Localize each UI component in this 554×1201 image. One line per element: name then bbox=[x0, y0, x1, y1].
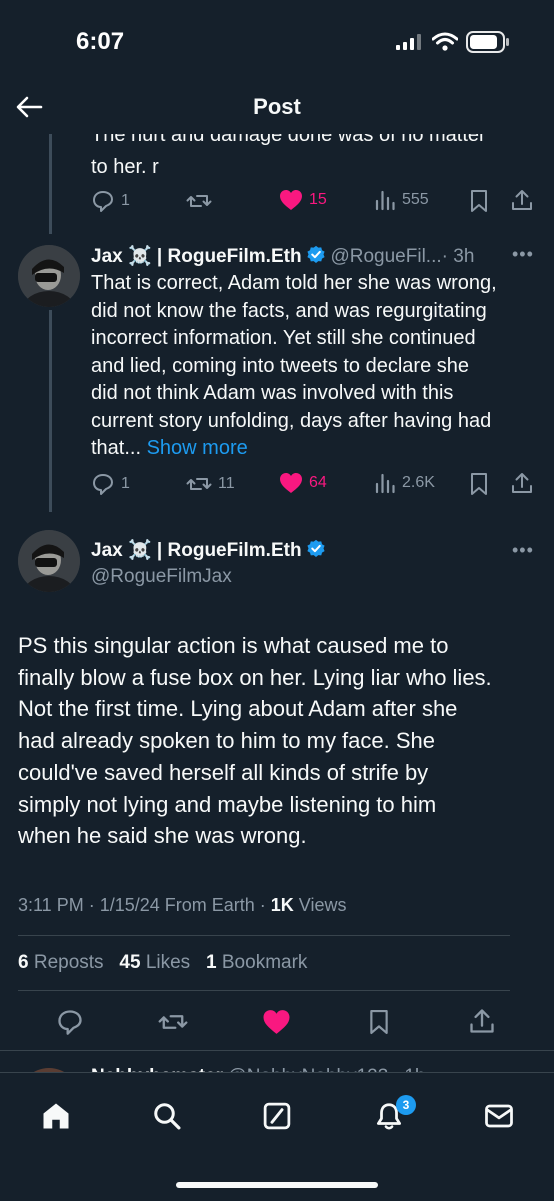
battery-icon bbox=[466, 31, 509, 53]
home-indicator bbox=[176, 1182, 378, 1188]
repost-icon bbox=[186, 478, 212, 490]
views-button[interactable]: 555 bbox=[374, 189, 429, 211]
more-options-icon[interactable]: ••• bbox=[512, 540, 534, 561]
tweet-text-line: That is correct, Adam told her she was w… bbox=[91, 272, 497, 294]
messages-envelope-icon[interactable] bbox=[484, 1102, 514, 1130]
divider bbox=[18, 990, 510, 991]
bookmark-icon[interactable] bbox=[468, 472, 490, 496]
avatar[interactable] bbox=[18, 530, 80, 592]
avatar-photo-icon bbox=[18, 245, 80, 307]
handle: @RogueFil... bbox=[330, 246, 442, 267]
tweet-text-line: that... bbox=[91, 437, 142, 459]
tweet-meta: 3:11 PM · 1/15/24 From Earth · 1K Views bbox=[18, 895, 346, 916]
tweet-2-actions: 1 11 64 2.6K bbox=[0, 468, 554, 500]
tweet-text-line: simply not lying and maybe listening to … bbox=[18, 791, 437, 817]
main-tweet-header: Jax ☠️ | RogueFilm.Eth bbox=[91, 538, 326, 562]
reply-count: 1 bbox=[121, 192, 130, 209]
tweet-2-body: That is correct, Adam told her she was w… bbox=[91, 270, 541, 463]
divider bbox=[18, 935, 510, 936]
bookmarks-count: 1 bbox=[206, 952, 217, 973]
reply-icon bbox=[93, 474, 113, 495]
search-icon[interactable] bbox=[152, 1101, 182, 1131]
heart-filled-icon[interactable] bbox=[262, 1009, 291, 1035]
timestamp: · 3h bbox=[441, 246, 475, 267]
show-more-link[interactable]: Show more bbox=[147, 437, 248, 459]
notifications-badge: 3 bbox=[396, 1095, 416, 1115]
verified-badge-icon bbox=[307, 539, 325, 557]
likes-label: Likes bbox=[140, 952, 191, 973]
reposts-stat[interactable]: 6 Reposts bbox=[18, 952, 104, 973]
handle: @RogueFilmJax bbox=[91, 566, 232, 587]
tweet-text-line: could've saved herself all kinds of stri… bbox=[18, 759, 429, 785]
share-icon[interactable] bbox=[510, 188, 534, 212]
wifi-icon bbox=[432, 32, 458, 51]
reply-button[interactable]: 1 bbox=[91, 472, 130, 496]
likes-count: 45 bbox=[119, 952, 141, 973]
tweet-1-actions: 1 15 555 bbox=[0, 185, 554, 217]
tweet-text-line: incorrect information. Yet still she con… bbox=[91, 327, 476, 349]
more-options-icon[interactable]: ••• bbox=[512, 244, 534, 265]
repost-button[interactable]: 11 bbox=[186, 472, 235, 496]
tweet-text-partial: The hurt and damage done was of no matte… bbox=[91, 134, 486, 146]
views-icon bbox=[375, 473, 395, 494]
views-count: 1K bbox=[270, 895, 294, 915]
share-icon[interactable] bbox=[510, 471, 534, 495]
tweet-text-line: did not think Adam was involved with thi… bbox=[91, 382, 454, 404]
heart-filled-icon bbox=[280, 473, 302, 493]
home-icon[interactable] bbox=[41, 1101, 71, 1131]
bookmark-icon[interactable] bbox=[468, 189, 490, 213]
reply-icon[interactable] bbox=[56, 1008, 84, 1036]
engagement-stats: 6 Reposts 45 Likes 1 Bookmark bbox=[18, 952, 307, 974]
views-label: Views bbox=[293, 895, 347, 915]
reply-button[interactable]: 1 bbox=[91, 189, 130, 213]
tweet-text-line: current story unfolding, days after havi… bbox=[91, 409, 492, 432]
like-button[interactable]: 64 bbox=[279, 472, 327, 494]
status-bar: 6:07 bbox=[0, 0, 554, 80]
like-count: 64 bbox=[309, 474, 327, 491]
repost-icon[interactable] bbox=[158, 1008, 188, 1036]
tweet-2-header: Jax ☠️ | RogueFilm.Eth @RogueFil...· 3h bbox=[91, 244, 474, 268]
bookmarks-label: Bookmark bbox=[216, 952, 308, 973]
bookmark-icon[interactable] bbox=[367, 1008, 391, 1036]
heart-filled-icon bbox=[280, 190, 302, 210]
views-count: 2.6K bbox=[402, 474, 435, 491]
reposts-label: Reposts bbox=[28, 952, 104, 973]
tweet-text-line: and lied, coming into tweets to declare … bbox=[91, 354, 469, 377]
tweet-text-line: PS this singular action is what caused m… bbox=[18, 633, 449, 658]
views-button[interactable]: 2.6K bbox=[374, 472, 435, 494]
tweet-text-line: when he said she was wrong. bbox=[18, 823, 307, 849]
display-name[interactable]: Jax ☠️ | RogueFilm.Eth bbox=[91, 246, 302, 267]
likes-stat[interactable]: 45 Likes bbox=[119, 952, 190, 973]
repost-icon bbox=[186, 195, 212, 207]
reposts-count: 6 bbox=[18, 952, 29, 973]
views-count: 555 bbox=[402, 191, 429, 208]
bookmarks-stat[interactable]: 1 Bookmark bbox=[206, 952, 307, 973]
tweet-text: to her. r bbox=[91, 156, 159, 178]
display-name[interactable]: Jax ☠️ | RogueFilm.Eth bbox=[91, 540, 302, 561]
views-icon bbox=[375, 190, 395, 211]
share-icon[interactable] bbox=[468, 1007, 496, 1035]
grok-icon[interactable] bbox=[262, 1101, 292, 1131]
tweet-text-line: did not know the facts, and was regurgit… bbox=[91, 299, 487, 322]
thread-tweet-1[interactable]: The hurt and damage done was of no matte… bbox=[0, 134, 554, 232]
reply-count: 1 bbox=[121, 475, 130, 492]
avatar-photo-icon bbox=[18, 530, 80, 592]
like-button[interactable]: 15 bbox=[279, 189, 327, 211]
avatar[interactable] bbox=[18, 245, 80, 307]
tweet-text-line: Not the first time. Lying about Adam aft… bbox=[18, 696, 458, 722]
repost-count: 11 bbox=[218, 475, 235, 492]
tweet-text-line: had already spoken to him to my face. Sh… bbox=[18, 728, 436, 754]
repost-button[interactable] bbox=[186, 189, 212, 213]
divider bbox=[0, 1050, 554, 1051]
verified-badge-icon bbox=[307, 245, 325, 263]
reply-icon bbox=[93, 191, 113, 212]
tweet-timestamp: 3:11 PM · 1/15/24 From Earth · bbox=[18, 895, 271, 915]
main-tweet-body: PS this singular action is what caused m… bbox=[18, 630, 548, 852]
tweet-text-line: finally blow a fuse box on her. Lying li… bbox=[18, 664, 492, 690]
signal-icon bbox=[396, 34, 421, 50]
page-title: Post bbox=[253, 94, 301, 119]
like-count: 15 bbox=[309, 191, 327, 208]
status-time: 6:07 bbox=[76, 28, 125, 55]
